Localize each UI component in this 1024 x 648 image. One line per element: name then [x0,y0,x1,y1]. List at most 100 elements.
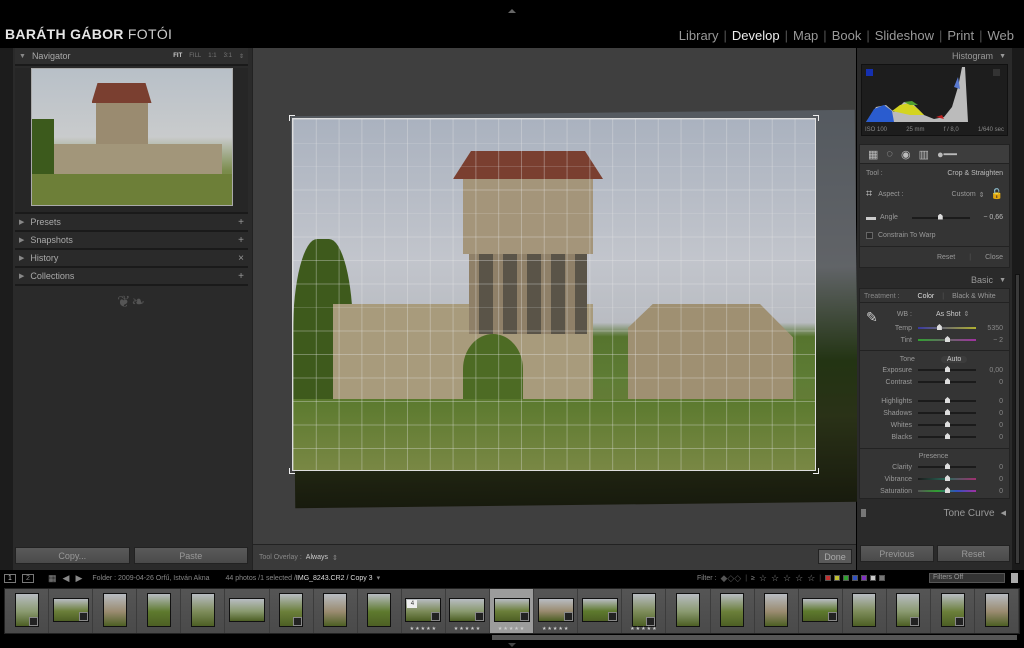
filmstrip-cell[interactable] [137,589,182,633]
contrast-slider-knob[interactable] [945,378,950,384]
filmstrip-thumbnail[interactable] [367,593,392,627]
filmstrip-cell[interactable] [181,589,226,633]
expand-triangle-icon[interactable]: ▶ [19,218,24,226]
module-web[interactable]: Web [983,28,1020,43]
filmstrip-cell[interactable] [93,589,138,633]
filmstrip-cell[interactable] [754,589,799,633]
filter-lock-toggle[interactable] [1011,573,1018,583]
tint-slider-knob[interactable] [945,336,950,342]
filmstrip-thumbnail[interactable] [190,593,215,627]
color-label-filter-5[interactable] [870,575,877,581]
zoom-stepper-icon[interactable]: ⇕ [239,53,244,60]
expand-triangle-icon[interactable]: ▶ [19,272,24,280]
crop-handle-top-right[interactable] [813,115,819,121]
color-label-filter-0[interactable] [825,575,832,581]
crop-close-button[interactable]: Close [985,254,1003,261]
reset-button[interactable]: Reset [936,545,1010,562]
folder-path[interactable]: Folder : 2009-04-26 Orfű, István Akna [92,575,209,582]
saturation-slider[interactable] [918,487,976,493]
history-header[interactable]: ▶ History × [15,250,248,268]
done-button[interactable]: Done [818,549,852,564]
filmstrip-thumbnail[interactable] [537,598,574,622]
copy-button[interactable]: Copy... [15,547,130,564]
filmstrip-thumbnail[interactable] [52,598,89,622]
temp-slider-knob[interactable] [936,324,942,330]
exposure-value[interactable]: 0,00 [976,367,1003,374]
filmstrip-thumbnail[interactable] [631,593,656,627]
filmstrip-thumbnail[interactable] [493,598,530,622]
filmstrip-cell[interactable]: 4 ★★★★★ [401,589,446,633]
histogram-header[interactable]: Histogram ▼ [857,48,1012,64]
module-library[interactable]: Library [674,28,724,43]
select-stepper-icon[interactable]: ⇕ [979,191,985,199]
filmstrip-thumbnail[interactable] [852,593,877,627]
whites-slider[interactable] [918,421,976,427]
tone-curve-header[interactable]: Tone Curve ◀ [857,505,1012,521]
presets-header[interactable]: ▶ Presets + [15,214,248,232]
filmstrip-cell[interactable] [5,589,50,633]
module-book[interactable]: Book [827,28,867,43]
filmstrip-thumbnail[interactable] [323,593,348,627]
filmstrip-thumbnail[interactable] [764,593,789,627]
rating-star-icon[interactable]: ☆ [759,573,767,584]
spot-removal-tool-icon[interactable]: ◌ [886,148,893,160]
crop-handle-bottom-left[interactable] [289,468,295,474]
filmstrip-cell[interactable] [710,589,755,633]
rating-star-icon[interactable]: ☆ [807,573,815,584]
thumbnail-rating[interactable]: ★★★★★ [446,626,489,632]
blacks-slider[interactable] [918,433,976,439]
crop-frame-tool-icon[interactable]: ⌗ [866,188,872,201]
exposure-slider[interactable] [918,366,976,372]
filename-menu-icon[interactable]: ▾ [377,574,381,582]
collections-header[interactable]: ▶ Collections + [15,268,248,286]
clarity-slider-knob[interactable] [945,463,950,469]
color-label-filter-2[interactable] [843,575,850,581]
previous-button[interactable]: Previous [860,545,934,562]
adjustment-brush-tool-icon[interactable]: ●━━ [937,148,957,161]
vibrance-slider[interactable] [918,475,976,481]
module-map[interactable]: Map [788,28,823,43]
rating-star-icon[interactable]: ☆ [783,573,791,584]
highlights-slider[interactable] [918,397,976,403]
shadows-slider-knob[interactable] [945,409,950,415]
tool-overlay-select[interactable]: Always [306,554,328,561]
rating-operator[interactable]: ≥ [751,575,755,582]
panel-switch-icon[interactable] [861,509,866,517]
shadows-slider[interactable] [918,409,976,415]
saturation-value[interactable]: 0 [976,488,1003,495]
filmstrip-thumbnail[interactable] [720,593,745,627]
exposure-slider-knob[interactable] [945,366,950,372]
filmstrip-cell[interactable] [842,589,887,633]
filmstrip-cell[interactable] [578,589,623,633]
filmstrip-thumbnail[interactable] [675,593,700,627]
snapshots-header[interactable]: ▶ Snapshots + [15,232,248,250]
filmstrip-thumbnail[interactable]: 4 [405,598,442,622]
filmstrip-cell[interactable]: ★★★★★ [534,589,579,633]
auto-tone-button[interactable]: Auto [940,355,968,363]
filmstrip-thumbnail[interactable] [449,598,486,622]
crop-handle-top-left[interactable] [289,115,295,121]
filter-preset-select[interactable]: Filters Off [929,573,1005,583]
select-stepper-icon[interactable]: ⇕ [964,310,970,318]
filmstrip-thumbnail[interactable] [581,598,618,622]
shadows-value[interactable]: 0 [976,410,1003,417]
select-stepper-icon[interactable]: ⇕ [332,554,338,562]
grid-view-icon[interactable]: ▦ [48,573,57,584]
filmstrip-cell[interactable] [666,589,711,633]
clarity-slider[interactable] [918,463,976,469]
zoom-1-1[interactable]: 1:1 [208,53,216,60]
tint-value[interactable]: − 2 [976,337,1003,344]
temp-value[interactable]: 5350 [976,325,1003,332]
wb-select[interactable]: As Shot [936,311,961,318]
filmstrip-cell[interactable]: ★★★★★ [622,589,667,633]
filmstrip-thumbnail[interactable] [896,593,921,627]
module-print[interactable]: Print [942,28,979,43]
stack-count-badge[interactable]: 4 [407,600,418,608]
zoom-fill[interactable]: FILL [189,53,201,60]
angle-value[interactable]: − 0,66 [970,214,1003,221]
primary-display-button[interactable]: 1 [4,573,16,583]
color-label-filter-6[interactable] [879,575,886,581]
filmstrip-cell[interactable] [357,589,402,633]
temp-slider[interactable] [918,324,976,330]
flag-filters-icon[interactable]: ◆◇◇ [720,573,741,584]
